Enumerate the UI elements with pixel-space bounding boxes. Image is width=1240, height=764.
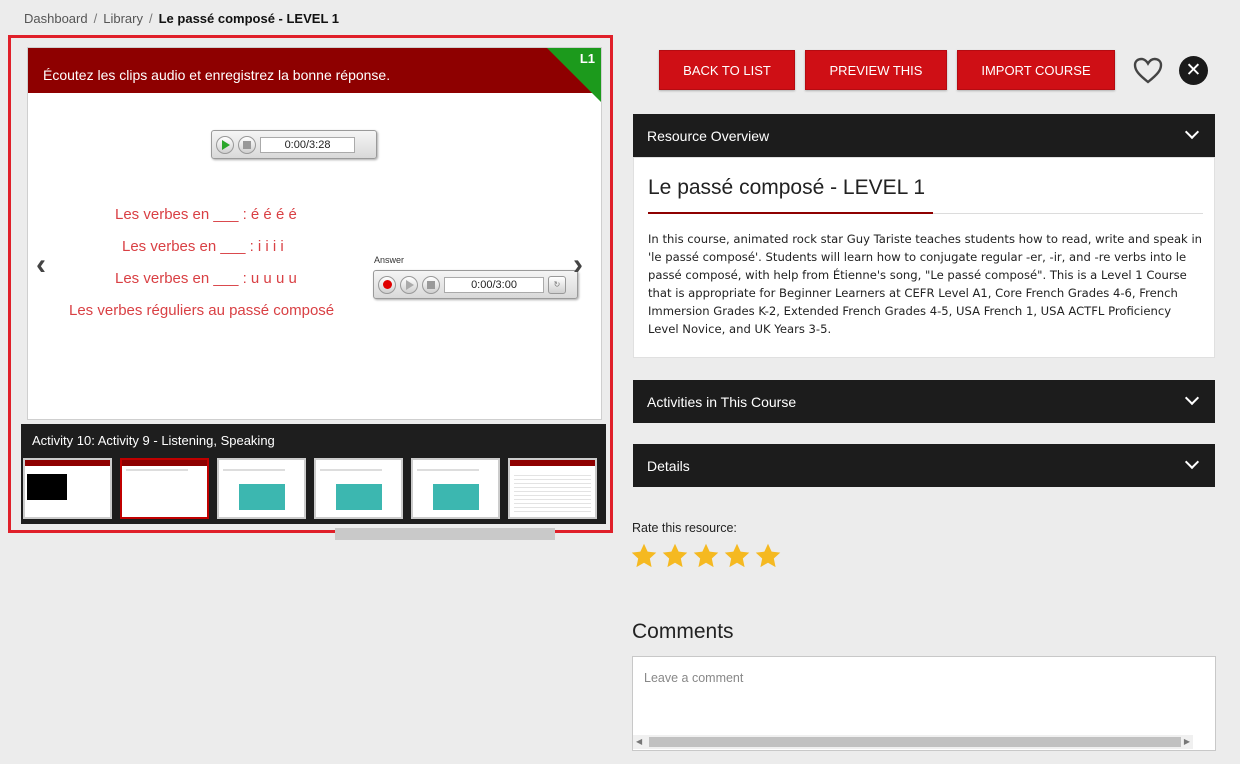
- breadcrumb-library[interactable]: Library: [103, 11, 143, 26]
- next-slide-arrow[interactable]: ›: [573, 248, 583, 282]
- comment-scrollbar[interactable]: ◀ ▶: [633, 735, 1193, 749]
- activity-strip: Activity 10: Activity 9 - Listening, Spe…: [21, 424, 606, 524]
- breadcrumb-current: Le passé composé - LEVEL 1: [158, 11, 339, 26]
- answer-label: Answer: [374, 255, 405, 265]
- activity-title: Activity 10: Activity 9 - Listening, Spe…: [32, 433, 275, 448]
- preview-this-button[interactable]: PREVIEW THIS: [805, 50, 947, 90]
- thumbnail[interactable]: [217, 458, 306, 519]
- activities-header[interactable]: Activities in This Course: [633, 380, 1215, 423]
- play-icon: [222, 139, 230, 150]
- star-icon[interactable]: [754, 542, 782, 570]
- audio-player: 0:00/3:28: [211, 130, 377, 159]
- answer-recorder: 0:00/3:00 ↻: [373, 270, 578, 299]
- thumbnail-active[interactable]: [120, 458, 209, 519]
- panel-title: Details: [647, 457, 690, 474]
- star-icon[interactable]: [661, 542, 689, 570]
- slide-view: Écoutez les clips audio et enregistrez l…: [27, 47, 602, 420]
- thumbnail[interactable]: [23, 458, 112, 519]
- back-to-list-button[interactable]: BACK TO LIST: [659, 50, 795, 90]
- verb-line: Les verbes en ___ : i i i i: [122, 238, 284, 255]
- star-icon[interactable]: [723, 542, 751, 570]
- stop-icon: [243, 140, 251, 149]
- thumbnail[interactable]: [411, 458, 500, 519]
- breadcrumb-dashboard[interactable]: Dashboard: [24, 11, 88, 26]
- scroll-left-icon: ◀: [636, 737, 643, 746]
- star-icon[interactable]: [630, 542, 658, 570]
- resource-overview-body: Le passé composé - LEVEL 1 In this cours…: [633, 157, 1215, 358]
- chevron-down-icon: [1184, 124, 1200, 140]
- thumbnail-list: [21, 454, 606, 519]
- chevron-down-icon: [1184, 454, 1200, 470]
- thumbnail[interactable]: [314, 458, 403, 519]
- details-header[interactable]: Details: [633, 444, 1215, 487]
- play-button[interactable]: [216, 135, 234, 154]
- scroll-right-icon: ▶: [1183, 737, 1190, 746]
- verb-line: Les verbes en ___ : u u u u: [115, 270, 297, 287]
- course-description: In this course, animated rock star Guy T…: [648, 232, 1203, 336]
- thumbnail-scrollbar[interactable]: [335, 528, 555, 540]
- course-title: Le passé composé - LEVEL 1: [648, 176, 926, 199]
- loop-icon: ↻: [553, 280, 561, 289]
- breadcrumb-separator: /: [148, 11, 153, 26]
- star-icon[interactable]: [692, 542, 720, 570]
- loop-button[interactable]: ↻: [548, 275, 566, 294]
- stop-icon: [427, 280, 435, 289]
- favorite-heart-icon[interactable]: [1132, 55, 1164, 85]
- prev-slide-arrow[interactable]: ‹: [36, 248, 46, 282]
- rate-label: Rate this resource:: [632, 521, 737, 535]
- comments-title: Comments: [632, 620, 734, 643]
- slide-instruction: Écoutez les clips audio et enregistrez l…: [28, 48, 601, 93]
- level-badge: L1: [579, 51, 595, 66]
- title-underline: [648, 212, 933, 214]
- close-icon[interactable]: ✕: [1179, 56, 1208, 85]
- resource-overview-header[interactable]: Resource Overview: [633, 114, 1215, 157]
- breadcrumb: Dashboard / Library / Le passé composé -…: [24, 11, 339, 26]
- panel-title: Activities in This Course: [647, 393, 797, 410]
- audio-time: 0:00/3:28: [260, 136, 355, 153]
- thumbnail[interactable]: [508, 458, 597, 519]
- verb-line: Les verbes réguliers au passé composé: [69, 302, 335, 319]
- play-icon: [406, 279, 414, 290]
- answer-time: 0:00/3:00: [444, 276, 544, 293]
- breadcrumb-separator: /: [93, 11, 98, 26]
- record-button[interactable]: [378, 275, 396, 294]
- verb-line: Les verbes en ___ : é é é é: [115, 206, 297, 223]
- panel-title: Resource Overview: [647, 127, 770, 144]
- chevron-down-icon: [1184, 390, 1200, 406]
- record-icon: [382, 280, 392, 289]
- import-course-button[interactable]: IMPORT COURSE: [957, 50, 1115, 90]
- answer-play-button[interactable]: [400, 275, 418, 294]
- stop-button[interactable]: [238, 135, 256, 154]
- course-preview: Écoutez les clips audio et enregistrez l…: [8, 35, 613, 540]
- answer-stop-button[interactable]: [422, 275, 440, 294]
- star-rating: [630, 542, 782, 570]
